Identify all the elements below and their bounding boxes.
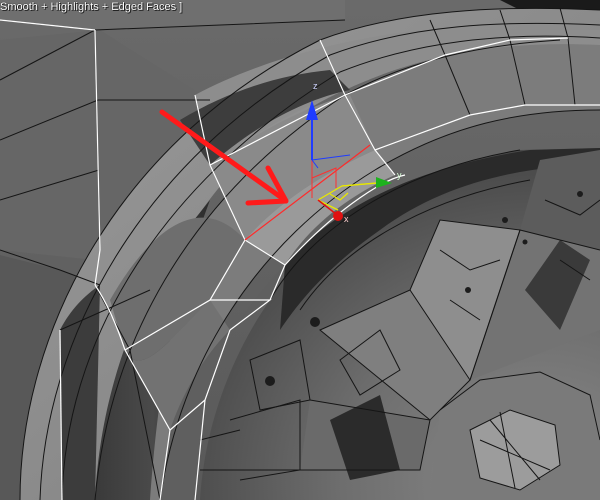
viewport-shading-label[interactable]: Smooth + Highlights + Edged Faces ] [0, 0, 186, 14]
svg-text:z: z [313, 81, 318, 91]
svg-text:x: x [344, 214, 349, 224]
3d-viewport[interactable]: Smooth + Highlights + Edged Faces ] z y … [0, 0, 600, 500]
viewport-scene[interactable]: z y x [0, 0, 600, 500]
svg-text:y: y [397, 170, 402, 180]
